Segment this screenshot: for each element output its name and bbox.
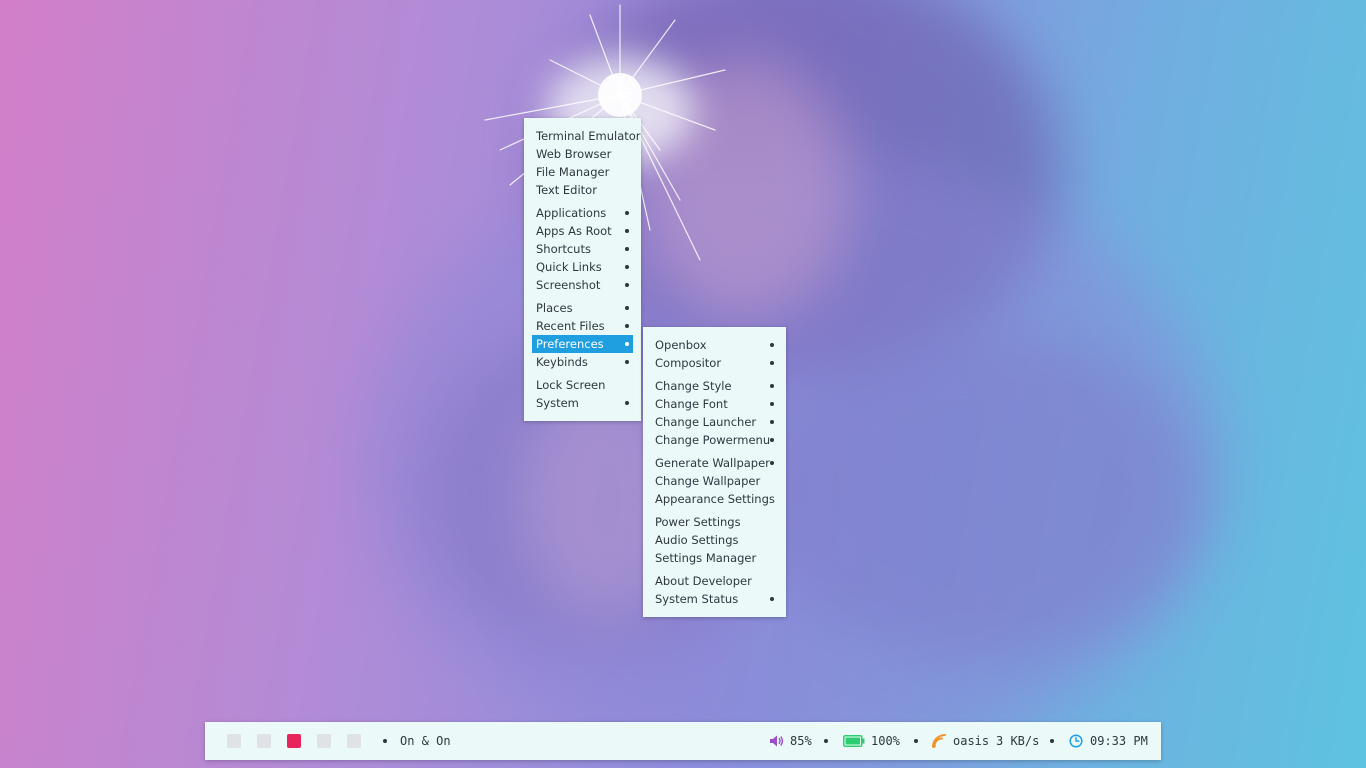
workspace-1-button[interactable] <box>227 734 241 748</box>
menu-item-settings-manager[interactable]: Settings Manager <box>651 549 778 567</box>
menu-item-label: File Manager <box>536 165 610 179</box>
separator-dot <box>824 739 828 743</box>
menu-item-label: Generate Wallpaper <box>655 456 770 470</box>
submenu-indicator-icon <box>770 343 774 347</box>
clock-icon <box>1069 734 1083 748</box>
submenu-indicator-icon <box>770 420 774 424</box>
submenu-indicator-icon <box>625 342 629 346</box>
menu-item-appearance-settings[interactable]: Appearance Settings <box>651 490 778 508</box>
submenu-indicator-icon <box>625 211 629 215</box>
menu-item-label: Text Editor <box>536 183 597 197</box>
separator-dot <box>383 739 387 743</box>
menu-item-label: Change Launcher <box>655 415 757 429</box>
menu-item-lock-screen[interactable]: Lock Screen <box>532 376 633 394</box>
volume-level[interactable]: 85% <box>790 733 812 749</box>
menu-item-label: Terminal Emulator <box>536 129 641 143</box>
menu-item-label: Shortcuts <box>536 242 591 256</box>
battery-icon <box>843 735 865 747</box>
menu-item-label: Places <box>536 301 573 315</box>
menu-item-label: Lock Screen <box>536 378 606 392</box>
menu-item-generate-wallpaper[interactable]: Generate Wallpaper <box>651 454 778 472</box>
menu-item-label: Appearance Settings <box>655 492 775 506</box>
submenu-indicator-icon <box>770 597 774 601</box>
battery-level: 100% <box>871 734 900 748</box>
menu-item-label: Change Font <box>655 397 728 411</box>
menu-item-label: Audio Settings <box>655 533 739 547</box>
network-speed: 3 KB/s <box>996 734 1040 748</box>
menu-item-label: Quick Links <box>536 260 602 274</box>
submenu-indicator-icon <box>625 360 629 364</box>
menu-item-keybinds[interactable]: Keybinds <box>532 353 633 371</box>
menu-item-label: Openbox <box>655 338 707 352</box>
menu-item-label: Change Wallpaper <box>655 474 761 488</box>
separator-dot <box>1050 739 1054 743</box>
submenu-indicator-icon <box>625 265 629 269</box>
workspace-3-button[interactable] <box>287 734 301 748</box>
workspace-5-button[interactable] <box>347 734 361 748</box>
menu-item-openbox[interactable]: Openbox <box>651 336 778 354</box>
menu-item-audio-settings[interactable]: Audio Settings <box>651 531 778 549</box>
menu-item-preferences[interactable]: Preferences <box>532 335 633 353</box>
menu-item-text-editor[interactable]: Text Editor <box>532 181 633 199</box>
submenu-indicator-icon <box>770 384 774 388</box>
menu-item-change-launcher[interactable]: Change Launcher <box>651 413 778 431</box>
menu-item-change-wallpaper[interactable]: Change Wallpaper <box>651 472 778 490</box>
menu-item-recent-files[interactable]: Recent Files <box>532 317 633 335</box>
clock-time[interactable]: 09:33 PM <box>1090 733 1148 749</box>
menu-item-change-style[interactable]: Change Style <box>651 377 778 395</box>
submenu-indicator-icon <box>770 402 774 406</box>
menu-item-label: System <box>536 396 579 410</box>
separator-dot <box>914 739 918 743</box>
root-menu: Terminal Emulator Web Browser File Manag… <box>524 118 641 421</box>
menu-item-label: Keybinds <box>536 355 588 369</box>
wifi-icon[interactable] <box>931 733 947 749</box>
submenu-indicator-icon <box>625 283 629 287</box>
menu-item-terminal-emulator[interactable]: Terminal Emulator <box>532 127 641 145</box>
menu-item-label: Settings Manager <box>655 551 757 565</box>
menu-item-apps-as-root[interactable]: Apps As Root <box>532 222 633 240</box>
workspace-4-button[interactable] <box>317 734 331 748</box>
network-ssid[interactable]: oasis <box>953 733 989 749</box>
speaker-icon[interactable] <box>769 734 784 748</box>
menu-item-label: Web Browser <box>536 147 612 161</box>
menu-item-label: Apps As Root <box>536 224 612 238</box>
submenu-indicator-icon <box>770 461 774 465</box>
menu-item-label: Recent Files <box>536 319 605 333</box>
menu-item-about-developer[interactable]: About Developer <box>651 572 778 590</box>
wallpaper-shape <box>760 330 1200 660</box>
menu-item-shortcuts[interactable]: Shortcuts <box>532 240 633 258</box>
preferences-submenu: Openbox Compositor Change Style Change F… <box>643 327 786 617</box>
menu-item-quick-links[interactable]: Quick Links <box>532 258 633 276</box>
menu-item-power-settings[interactable]: Power Settings <box>651 513 778 531</box>
menu-item-system-status[interactable]: System Status <box>651 590 778 608</box>
menu-item-label: Power Settings <box>655 515 741 529</box>
window-title: On & On <box>400 734 451 748</box>
menu-item-label: About Developer <box>655 574 752 588</box>
submenu-indicator-icon <box>625 229 629 233</box>
menu-item-label: Change Style <box>655 379 732 393</box>
menu-item-change-powermenu[interactable]: Change Powermenu <box>651 431 778 449</box>
menu-item-applications[interactable]: Applications <box>532 204 633 222</box>
submenu-indicator-icon <box>625 306 629 310</box>
menu-item-places[interactable]: Places <box>532 299 633 317</box>
menu-item-label: System Status <box>655 592 739 606</box>
menu-item-file-manager[interactable]: File Manager <box>532 163 633 181</box>
submenu-indicator-icon <box>625 247 629 251</box>
submenu-indicator-icon <box>770 361 774 365</box>
menu-item-compositor[interactable]: Compositor <box>651 354 778 372</box>
bottom-panel: On & On 85% 100% oasis 3 KB/s 09:33 PM <box>205 722 1161 760</box>
menu-item-web-browser[interactable]: Web Browser <box>532 145 633 163</box>
menu-item-label: Screenshot <box>536 278 601 292</box>
workspace-2-button[interactable] <box>257 734 271 748</box>
submenu-indicator-icon <box>625 401 629 405</box>
submenu-indicator-icon <box>770 438 774 442</box>
menu-item-label: Preferences <box>536 337 604 351</box>
menu-item-system[interactable]: System <box>532 394 633 412</box>
menu-item-change-font[interactable]: Change Font <box>651 395 778 413</box>
menu-item-screenshot[interactable]: Screenshot <box>532 276 633 294</box>
menu-item-label: Change Powermenu <box>655 433 771 447</box>
menu-item-label: Applications <box>536 206 607 220</box>
submenu-indicator-icon <box>625 324 629 328</box>
menu-item-label: Compositor <box>655 356 722 370</box>
